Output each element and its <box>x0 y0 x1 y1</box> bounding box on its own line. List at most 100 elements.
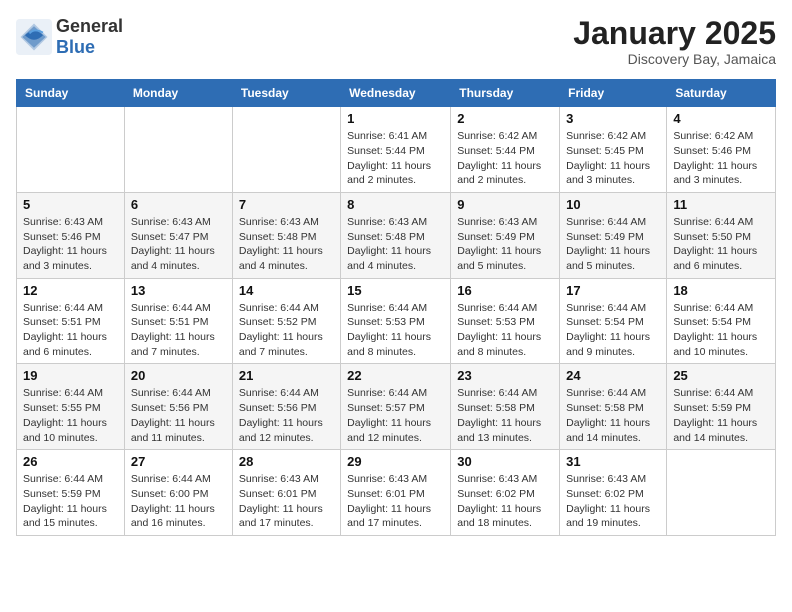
calendar-cell: 31 Sunrise: 6:43 AMSunset: 6:02 PMDayligh… <box>560 450 667 536</box>
day-info: Sunrise: 6:44 AMSunset: 5:56 PMDaylight:… <box>239 386 334 445</box>
calendar-cell: 9 Sunrise: 6:43 AMSunset: 5:49 PMDaylight… <box>451 192 560 278</box>
calendar-cell: 11Sunrise: 6:44 AMSunset: 5:50 PMDayligh… <box>667 192 776 278</box>
calendar-cell: 23 Sunrise: 6:44 AMSunset: 5:58 PMDayligh… <box>451 364 560 450</box>
logo-blue: Blue <box>56 37 95 57</box>
day-number: 30 <box>457 454 553 469</box>
day-info: Sunrise: 6:43 AMSunset: 5:47 PMDaylight:… <box>131 215 226 274</box>
calendar-header-row: Sunday Monday Tuesday Wednesday Thursday… <box>17 80 776 107</box>
day-number: 13 <box>131 283 226 298</box>
day-number: 18 <box>673 283 769 298</box>
calendar-cell: 7 Sunrise: 6:43 AMSunset: 5:48 PMDaylight… <box>232 192 340 278</box>
day-number: 9 <box>457 197 553 212</box>
calendar-cell: 25 Sunrise: 6:44 AMSunset: 5:59 PMDayligh… <box>667 364 776 450</box>
day-info: Sunrise: 6:44 AMSunset: 5:53 PMDaylight:… <box>457 301 553 360</box>
day-info: Sunrise: 6:42 AMSunset: 5:46 PMDaylight:… <box>673 129 769 188</box>
day-number: 2 <box>457 111 553 126</box>
day-number: 12 <box>23 283 118 298</box>
calendar-cell: 30 Sunrise: 6:43 AMSunset: 6:02 PMDayligh… <box>451 450 560 536</box>
header-monday: Monday <box>124 80 232 107</box>
day-number: 3 <box>566 111 660 126</box>
day-info: Sunrise: 6:44 AMSunset: 6:00 PMDaylight:… <box>131 472 226 531</box>
calendar-cell: 8Sunrise: 6:43 AMSunset: 5:48 PMDaylight… <box>341 192 451 278</box>
calendar-cell: 27 Sunrise: 6:44 AMSunset: 6:00 PMDayligh… <box>124 450 232 536</box>
calendar-cell: 16 Sunrise: 6:44 AMSunset: 5:53 PMDayligh… <box>451 278 560 364</box>
day-info: Sunrise: 6:43 AMSunset: 6:01 PMDaylight:… <box>239 472 334 531</box>
day-info: Sunrise: 6:44 AMSunset: 5:51 PMDaylight:… <box>23 301 118 360</box>
location-title: Discovery Bay, Jamaica <box>573 51 776 67</box>
day-number: 22 <box>347 368 444 383</box>
day-info: Sunrise: 6:43 AMSunset: 5:48 PMDaylight:… <box>239 215 334 274</box>
calendar-cell: 21 Sunrise: 6:44 AMSunset: 5:56 PMDayligh… <box>232 364 340 450</box>
day-number: 27 <box>131 454 226 469</box>
day-number: 19 <box>23 368 118 383</box>
day-info: Sunrise: 6:44 AMSunset: 5:53 PMDaylight:… <box>347 301 444 360</box>
calendar-cell: 19 Sunrise: 6:44 AMSunset: 5:55 PMDayligh… <box>17 364 125 450</box>
calendar-cell: 10 Sunrise: 6:44 AMSunset: 5:49 PMDayligh… <box>560 192 667 278</box>
day-info: Sunrise: 6:44 AMSunset: 5:59 PMDaylight:… <box>23 472 118 531</box>
month-title: January 2025 <box>573 16 776 51</box>
day-info: Sunrise: 6:44 AMSunset: 5:52 PMDaylight:… <box>239 301 334 360</box>
day-number: 21 <box>239 368 334 383</box>
day-number: 31 <box>566 454 660 469</box>
calendar-cell: 5 Sunrise: 6:43 AMSunset: 5:46 PMDaylight… <box>17 192 125 278</box>
calendar-cell <box>124 107 232 193</box>
day-number: 7 <box>239 197 334 212</box>
logo-text: General Blue <box>56 16 123 58</box>
calendar-week-2: 5 Sunrise: 6:43 AMSunset: 5:46 PMDaylight… <box>17 192 776 278</box>
calendar-cell: 26 Sunrise: 6:44 AMSunset: 5:59 PMDayligh… <box>17 450 125 536</box>
day-info: Sunrise: 6:42 AMSunset: 5:45 PMDaylight:… <box>566 129 660 188</box>
calendar-cell: 3 Sunrise: 6:42 AMSunset: 5:45 PMDaylight… <box>560 107 667 193</box>
day-number: 26 <box>23 454 118 469</box>
calendar-week-3: 12 Sunrise: 6:44 AMSunset: 5:51 PMDayligh… <box>17 278 776 364</box>
title-block: January 2025 Discovery Bay, Jamaica <box>573 16 776 67</box>
day-number: 11 <box>673 197 769 212</box>
day-number: 1 <box>347 111 444 126</box>
day-number: 10 <box>566 197 660 212</box>
calendar-week-1: 1 Sunrise: 6:41 AMSunset: 5:44 PMDaylight… <box>17 107 776 193</box>
day-info: Sunrise: 6:43 AMSunset: 6:01 PMDaylight:… <box>347 472 444 531</box>
calendar-cell <box>667 450 776 536</box>
day-info: Sunrise: 6:41 AMSunset: 5:44 PMDaylight:… <box>347 129 444 188</box>
calendar-cell: 2 Sunrise: 6:42 AMSunset: 5:44 PMDaylight… <box>451 107 560 193</box>
day-info: Sunrise: 6:44 AMSunset: 5:55 PMDaylight:… <box>23 386 118 445</box>
page-header: General Blue January 2025 Discovery Bay,… <box>16 16 776 67</box>
day-info: Sunrise: 6:43 AMSunset: 6:02 PMDaylight:… <box>457 472 553 531</box>
calendar-cell: 4 Sunrise: 6:42 AMSunset: 5:46 PMDaylight… <box>667 107 776 193</box>
header-tuesday: Tuesday <box>232 80 340 107</box>
header-thursday: Thursday <box>451 80 560 107</box>
day-number: 23 <box>457 368 553 383</box>
calendar-cell: 15Sunrise: 6:44 AMSunset: 5:53 PMDayligh… <box>341 278 451 364</box>
day-info: Sunrise: 6:42 AMSunset: 5:44 PMDaylight:… <box>457 129 553 188</box>
day-number: 25 <box>673 368 769 383</box>
day-info: Sunrise: 6:43 AMSunset: 5:46 PMDaylight:… <box>23 215 118 274</box>
day-info: Sunrise: 6:43 AMSunset: 6:02 PMDaylight:… <box>566 472 660 531</box>
day-info: Sunrise: 6:44 AMSunset: 5:49 PMDaylight:… <box>566 215 660 274</box>
day-number: 4 <box>673 111 769 126</box>
calendar-cell <box>232 107 340 193</box>
day-info: Sunrise: 6:44 AMSunset: 5:56 PMDaylight:… <box>131 386 226 445</box>
calendar-cell: 24Sunrise: 6:44 AMSunset: 5:58 PMDayligh… <box>560 364 667 450</box>
calendar-cell: 28Sunrise: 6:43 AMSunset: 6:01 PMDayligh… <box>232 450 340 536</box>
day-info: Sunrise: 6:44 AMSunset: 5:54 PMDaylight:… <box>673 301 769 360</box>
header-wednesday: Wednesday <box>341 80 451 107</box>
day-number: 17 <box>566 283 660 298</box>
day-number: 20 <box>131 368 226 383</box>
calendar-cell: 20 Sunrise: 6:44 AMSunset: 5:56 PMDayligh… <box>124 364 232 450</box>
day-info: Sunrise: 6:44 AMSunset: 5:59 PMDaylight:… <box>673 386 769 445</box>
calendar-cell: 12 Sunrise: 6:44 AMSunset: 5:51 PMDayligh… <box>17 278 125 364</box>
day-info: Sunrise: 6:43 AMSunset: 5:49 PMDaylight:… <box>457 215 553 274</box>
day-number: 5 <box>23 197 118 212</box>
day-info: Sunrise: 6:44 AMSunset: 5:54 PMDaylight:… <box>566 301 660 360</box>
calendar-cell: 14Sunrise: 6:44 AMSunset: 5:52 PMDayligh… <box>232 278 340 364</box>
day-info: Sunrise: 6:44 AMSunset: 5:58 PMDaylight:… <box>457 386 553 445</box>
day-info: Sunrise: 6:44 AMSunset: 5:51 PMDaylight:… <box>131 301 226 360</box>
calendar-cell: 18 Sunrise: 6:44 AMSunset: 5:54 PMDayligh… <box>667 278 776 364</box>
logo-general: General <box>56 16 123 36</box>
calendar-cell: 29Sunrise: 6:43 AMSunset: 6:01 PMDayligh… <box>341 450 451 536</box>
header-friday: Friday <box>560 80 667 107</box>
day-number: 16 <box>457 283 553 298</box>
day-info: Sunrise: 6:44 AMSunset: 5:57 PMDaylight:… <box>347 386 444 445</box>
day-number: 6 <box>131 197 226 212</box>
calendar-cell: 17 Sunrise: 6:44 AMSunset: 5:54 PMDayligh… <box>560 278 667 364</box>
calendar-week-5: 26 Sunrise: 6:44 AMSunset: 5:59 PMDayligh… <box>17 450 776 536</box>
